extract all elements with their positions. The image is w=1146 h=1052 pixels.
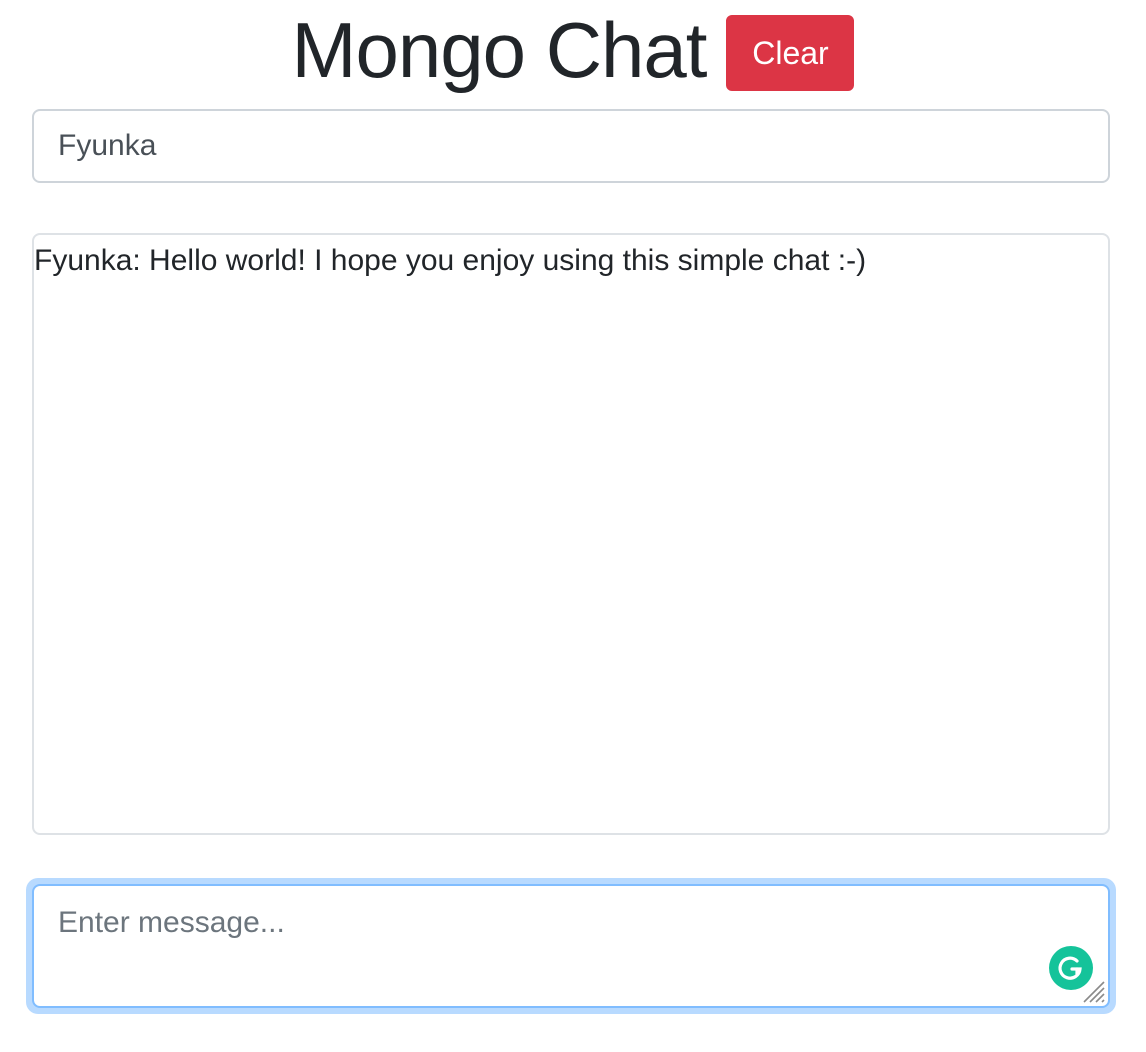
page-title: Mongo Chat — [291, 6, 708, 94]
message-item: Fyunka: Hello world! I hope you enjoy us… — [34, 244, 867, 277]
resize-handle-icon[interactable] — [1080, 978, 1106, 1004]
header: Mongo Chat Clear — [0, 0, 1146, 100]
compose-focus-ring — [26, 878, 1116, 1014]
username-input[interactable] — [32, 109, 1110, 183]
messages-panel[interactable]: Fyunka: Hello world! I hope you enjoy us… — [32, 233, 1110, 835]
chat-page: Mongo Chat Clear Fyunka: Hello world! I … — [0, 0, 1146, 1052]
clear-button[interactable]: Clear — [726, 15, 855, 91]
message-input[interactable] — [32, 884, 1110, 1008]
